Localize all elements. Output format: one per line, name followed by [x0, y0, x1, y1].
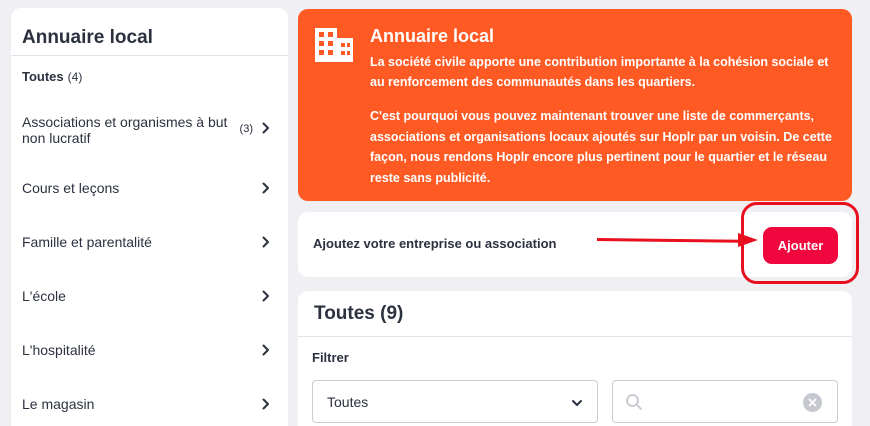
sidebar-item-shop[interactable]: Le magasin [11, 379, 288, 426]
banner-paragraph-2: C'est pourquoi vous pouvez maintenant tr… [370, 109, 832, 185]
sidebar-item-label: Associations et organismes à but non luc… [22, 114, 228, 146]
chevron-right-icon [260, 344, 272, 356]
add-business-prompt: Ajoutez votre entreprise ou association [313, 236, 557, 251]
sidebar-divider [11, 55, 288, 56]
filter-select-value: Toutes [327, 394, 369, 410]
sidebar-title: Annuaire local [22, 27, 153, 48]
chevron-right-icon [260, 290, 272, 302]
listing-card: Toutes (9) Filtrer Toutes [298, 291, 852, 426]
banner-paragraph-1: La société civile apporte une contributi… [370, 55, 829, 89]
sidebar-item-label: Famille et parentalité [22, 234, 152, 250]
sidebar-item-label: L'hospitalité [22, 342, 96, 358]
search-icon [625, 393, 643, 416]
add-button[interactable]: Ajouter [763, 227, 838, 264]
building-icon [315, 28, 353, 62]
listing-divider [298, 336, 852, 337]
sidebar-item-hospitality[interactable]: L'hospitalité [11, 325, 288, 375]
sidebar-item-associations[interactable]: Associations et organismes à but non luc… [11, 108, 288, 158]
sidebar-item-courses[interactable]: Cours et leçons [11, 163, 288, 213]
listing-title: Toutes (9) [314, 303, 404, 324]
category-sidebar: Annuaire local Toutes (4) Associations et… [11, 8, 288, 426]
search-input[interactable] [651, 382, 801, 421]
sidebar-item-family[interactable]: Famille et parentalité [11, 217, 288, 267]
chevron-right-icon [260, 236, 272, 248]
search-box [612, 380, 838, 423]
banner-title: Annuaire local [370, 26, 495, 46]
sidebar-item-label: Cours et leçons [22, 180, 120, 196]
sidebar-item-label: Le magasin [22, 396, 95, 412]
filter-label: Filtrer [312, 350, 349, 365]
sidebar-item-school[interactable]: L'école [11, 271, 288, 321]
chevron-right-icon [260, 182, 272, 194]
filter-select[interactable]: Toutes [312, 380, 598, 423]
sidebar-item-count: (3) [239, 123, 253, 135]
sidebar-item-all-count: (4) [67, 70, 83, 84]
sidebar-item-all[interactable]: Toutes (4) [22, 69, 82, 84]
clear-search-icon[interactable] [803, 393, 822, 412]
chevron-down-icon [571, 396, 583, 414]
chevron-right-icon [260, 398, 272, 410]
sidebar-item-label: L'école [22, 288, 66, 304]
chevron-right-icon [260, 122, 272, 134]
sidebar-item-all-label: Toutes [22, 69, 64, 84]
info-banner: Annuaire local La société civile apporte… [298, 9, 852, 201]
